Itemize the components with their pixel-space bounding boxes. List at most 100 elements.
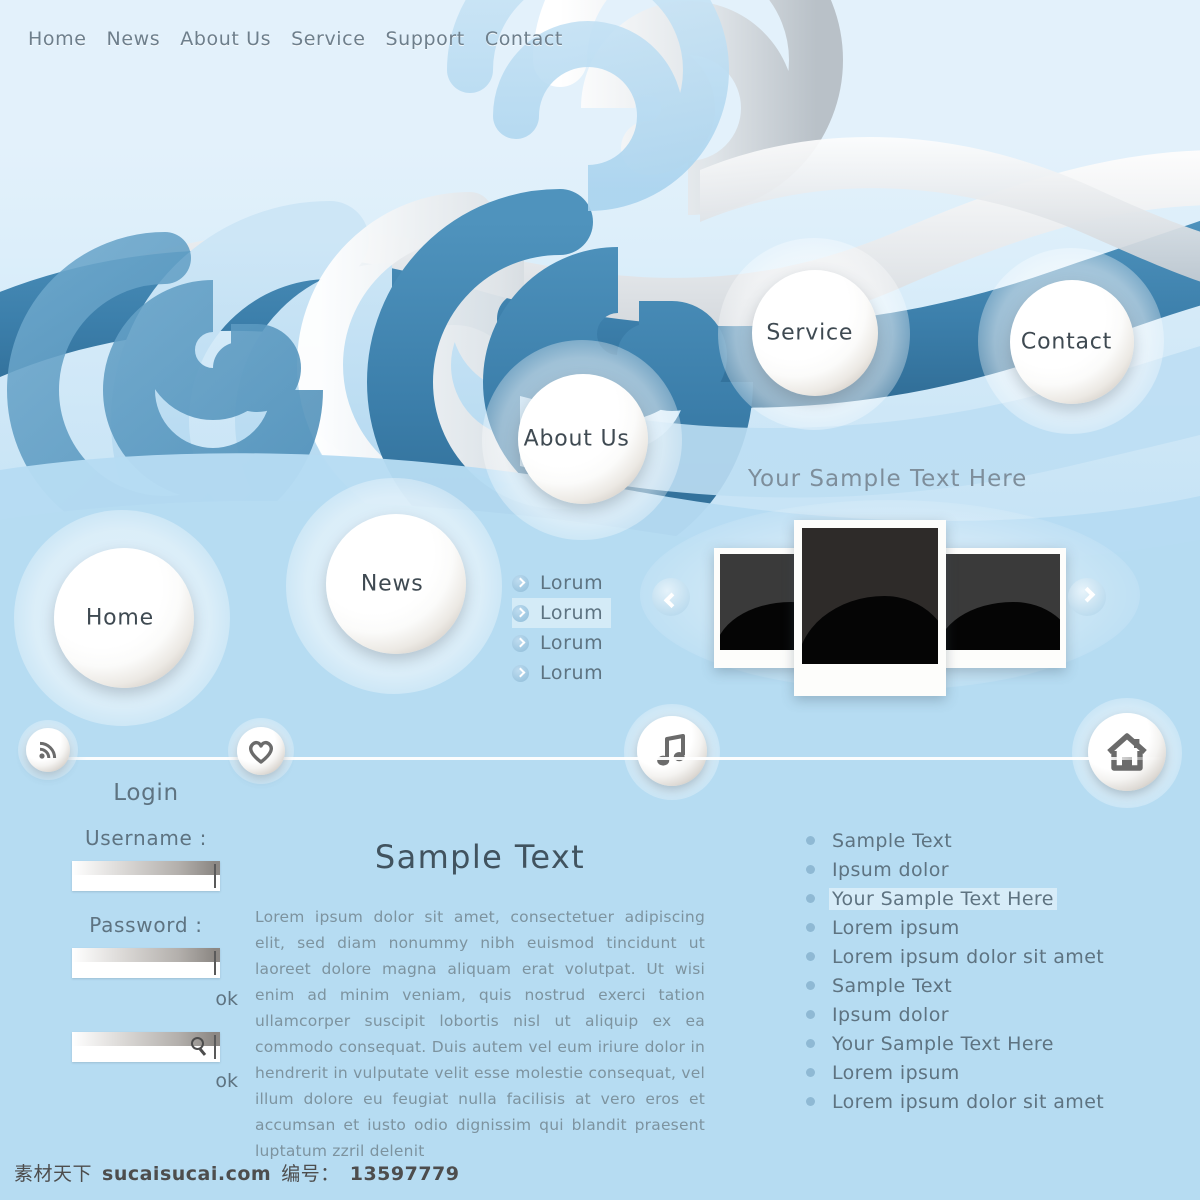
icon-orb xyxy=(26,728,70,772)
bubble-orb: Home xyxy=(54,548,194,688)
list-item[interactable]: Lorem ipsum xyxy=(806,913,1156,942)
top-navigation: Home News About Us Service Support Conta… xyxy=(28,28,563,50)
lorum-link-list: Lorum Lorum Lorum Lorum xyxy=(512,568,612,688)
bullet-dot-icon xyxy=(806,1097,815,1106)
footer-id-value: 13597779 xyxy=(349,1163,460,1185)
list-item[interactable]: Sample Text xyxy=(806,826,1156,855)
rail-icon-favorite[interactable] xyxy=(228,718,294,784)
bullet-dot-icon xyxy=(806,836,815,845)
list-item-label: Your Sample Text Here xyxy=(829,887,1057,910)
field-sheen xyxy=(72,948,220,962)
topnav-item-about-us[interactable]: About Us xyxy=(180,28,271,50)
bubble-nav-home[interactable]: Home xyxy=(14,510,230,726)
page-root: Home News About Us Service Support Conta… xyxy=(0,0,1200,1200)
username-input[interactable] xyxy=(72,861,220,891)
rail-icon-rss[interactable] xyxy=(18,720,78,780)
list-item[interactable]: Lorum xyxy=(512,598,612,628)
icon-rail xyxy=(0,700,1200,818)
bullet-dot-icon xyxy=(806,865,815,874)
bullet-dot-icon xyxy=(806,1010,815,1019)
password-label: Password : xyxy=(89,913,203,937)
chevron-left-icon xyxy=(663,592,679,608)
bullet-dot-icon xyxy=(806,923,815,932)
list-item[interactable]: Lorem ipsum dolor sit amet xyxy=(806,1087,1156,1116)
topnav-item-support[interactable]: Support xyxy=(386,28,465,50)
carousel-photo xyxy=(942,554,1060,650)
username-label: Username : xyxy=(84,826,208,850)
hero-caption: Your Sample Text Here xyxy=(748,466,1028,492)
bubble-orb: Service xyxy=(752,270,878,396)
list-item-label: Lorem ipsum xyxy=(832,1061,960,1084)
topnav-item-service[interactable]: Service xyxy=(291,28,365,50)
bubble-nav-contact[interactable]: Contact xyxy=(978,248,1164,434)
chevron-right-icon xyxy=(1079,586,1095,602)
chevron-right-icon xyxy=(512,604,529,622)
list-item-label: Ipsum dolor xyxy=(832,858,949,881)
bubble-orb: Contact xyxy=(1010,280,1134,404)
article-body: Lorem ipsum dolor sit amet, consectetuer… xyxy=(255,908,705,1160)
list-item[interactable]: Your Sample Text Here xyxy=(806,884,1156,913)
list-item[interactable]: Lorum xyxy=(512,628,611,658)
list-item-label: Lorem ipsum dolor sit amet xyxy=(832,945,1105,968)
footer-site-name-cn: 素材天下 xyxy=(14,1163,93,1185)
list-item-label: Sample Text xyxy=(832,974,953,997)
bullet-dot-icon xyxy=(806,1068,815,1077)
search-input[interactable] xyxy=(72,1032,220,1062)
carousel-next-button[interactable] xyxy=(1068,578,1106,616)
chevron-right-icon xyxy=(512,664,529,682)
icon-orb xyxy=(237,727,285,775)
magnifier-icon xyxy=(191,1037,204,1050)
bubble-nav-service[interactable]: Service xyxy=(718,238,910,430)
list-item-label: Lorem ipsum xyxy=(832,916,960,939)
chevron-right-icon xyxy=(512,574,529,592)
list-item[interactable]: Lorum xyxy=(512,658,611,688)
list-item-label: Ipsum dolor xyxy=(832,1003,949,1026)
bubble-label-news: News xyxy=(360,571,424,596)
text-caret xyxy=(214,864,216,888)
topnav-item-home[interactable]: Home xyxy=(28,28,87,50)
list-item[interactable]: Your Sample Text Here xyxy=(806,1029,1156,1058)
bubble-label-contact: Contact xyxy=(1020,329,1113,354)
bubble-label-home: Home xyxy=(85,605,154,630)
list-item[interactable]: Lorem ipsum dolor sit amet xyxy=(806,942,1156,971)
article-title: Sample Text xyxy=(374,838,586,876)
topnav-item-news[interactable]: News xyxy=(107,28,161,50)
rail-divider-line xyxy=(30,757,1164,760)
password-input[interactable] xyxy=(72,948,220,978)
lorum-item-label: Lorum xyxy=(540,632,604,654)
list-item[interactable]: Lorum xyxy=(512,568,611,598)
lorum-item-label: Lorum xyxy=(540,572,604,594)
topnav-item-contact[interactable]: Contact xyxy=(485,28,563,50)
photo-carousel xyxy=(640,496,1140,696)
bubble-orb: About Us xyxy=(518,374,648,504)
search-ok-button[interactable]: ok xyxy=(46,1070,246,1092)
footer-watermark: 素材天下 sucaisucai.com 编号： 13597779 xyxy=(14,1159,460,1186)
bullet-dot-icon xyxy=(806,1039,815,1048)
rss-icon xyxy=(39,741,57,759)
text-caret xyxy=(214,1035,216,1059)
carousel-slide-right[interactable] xyxy=(936,548,1066,668)
bubble-nav-about-us[interactable]: About Us xyxy=(482,340,682,540)
footer-id-label: 编号： xyxy=(281,1163,340,1185)
chevron-right-icon xyxy=(512,634,529,652)
list-item[interactable]: Ipsum dolor xyxy=(806,855,1156,884)
lorum-item-label: Lorum xyxy=(540,662,604,684)
list-item[interactable]: Ipsum dolor xyxy=(806,1000,1156,1029)
bubble-nav-news[interactable]: News xyxy=(286,478,502,694)
list-item-label: Sample Text xyxy=(832,829,953,852)
photo-wave-shape xyxy=(802,596,938,664)
list-item[interactable]: Sample Text xyxy=(806,971,1156,1000)
carousel-slide-center[interactable] xyxy=(794,520,946,696)
bubble-label-service: Service xyxy=(766,320,854,345)
list-item[interactable]: Lorem ipsum xyxy=(806,1058,1156,1087)
carousel-photo xyxy=(802,528,938,664)
bullet-dot-icon xyxy=(806,952,815,961)
carousel-prev-button[interactable] xyxy=(652,578,690,616)
login-ok-button[interactable]: ok xyxy=(46,988,246,1010)
list-item-label: Your Sample Text Here xyxy=(832,1032,1054,1055)
lorum-item-label: Lorum xyxy=(540,602,604,624)
text-caret xyxy=(214,951,216,975)
login-panel: Login Username : Password : ok ok xyxy=(46,780,246,1114)
bullet-dot-icon xyxy=(806,981,815,990)
footer-domain: sucaisucai.com xyxy=(102,1163,272,1185)
